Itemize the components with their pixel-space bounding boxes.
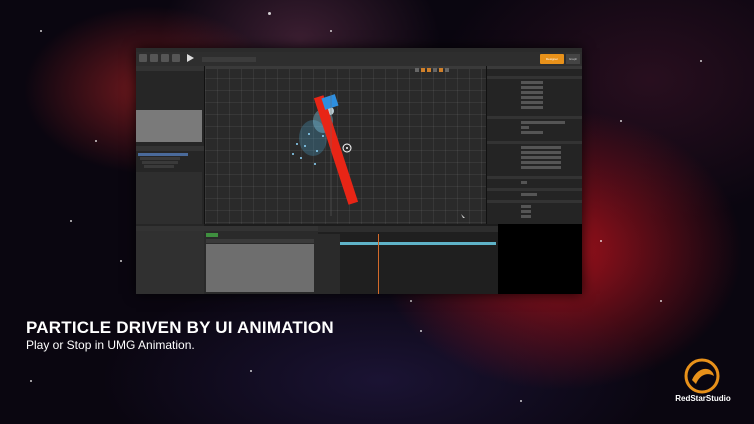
details-value-field[interactable]: [521, 151, 561, 154]
details-value-field[interactable]: [521, 193, 537, 196]
timeline-ruler: [318, 226, 498, 232]
compile-icon[interactable]: [139, 54, 147, 62]
cursor-icon: [461, 214, 465, 218]
save-icon[interactable]: [150, 54, 158, 62]
details-row: [489, 91, 581, 94]
track-list: [318, 234, 340, 294]
details-row: [489, 151, 581, 154]
details-section: [487, 76, 582, 79]
details-value-field[interactable]: [521, 205, 531, 208]
details-row: [489, 86, 581, 89]
hierarchy-row[interactable]: [142, 161, 178, 164]
details-value-field[interactable]: [521, 106, 543, 109]
details-row: [489, 101, 581, 104]
details-row: [489, 166, 581, 169]
palette-item[interactable]: [136, 104, 204, 108]
animations-panel: [204, 226, 318, 294]
details-row: [489, 215, 581, 218]
animations-header: [204, 226, 318, 231]
hierarchy-empty-area: [136, 172, 202, 224]
details-row: [489, 121, 581, 124]
details-row: [489, 156, 581, 159]
video-caption-subtitle: Play or Stop in UMG Animation.: [26, 338, 195, 352]
palette-panel: [136, 66, 204, 146]
unreal-editor-window: Designer Graph: [136, 48, 582, 294]
details-header: [487, 66, 582, 69]
details-value-field[interactable]: [521, 81, 543, 84]
details-row: [489, 106, 581, 109]
details-value-field[interactable]: [521, 146, 561, 149]
details-value-field[interactable]: [521, 215, 531, 218]
details-row: [489, 81, 581, 84]
details-row: [489, 210, 581, 213]
animation-list-area: [206, 244, 314, 292]
empty-dark-area: [498, 224, 582, 294]
details-value-field[interactable]: [521, 126, 529, 129]
browse-icon[interactable]: [161, 54, 169, 62]
designer-viewport[interactable]: [204, 66, 487, 224]
hierarchy-panel: [136, 146, 204, 226]
editor-toolbar: Designer Graph: [136, 52, 582, 67]
designer-mode-button[interactable]: Designer: [540, 54, 564, 64]
bottom-left-panel: [136, 226, 204, 294]
hierarchy-row-selected[interactable]: [138, 153, 188, 156]
details-value-field[interactable]: [521, 161, 561, 164]
details-row: [489, 146, 581, 149]
redstar-logo-icon: [684, 358, 720, 394]
details-value-field[interactable]: [521, 91, 543, 94]
palette-empty-area: [136, 110, 202, 142]
animation-track[interactable]: [340, 242, 496, 245]
details-value-field[interactable]: [521, 131, 543, 134]
bottom-left-header: [136, 226, 204, 231]
anchor-center: [346, 147, 348, 149]
details-row: [489, 181, 581, 184]
hierarchy-row[interactable]: [144, 165, 174, 168]
details-value-field[interactable]: [521, 101, 543, 104]
details-section: [487, 200, 582, 203]
hierarchy-row[interactable]: [140, 157, 180, 160]
details-row: [489, 193, 581, 196]
details-row: [489, 131, 581, 134]
details-section: [487, 116, 582, 119]
logo-text: RedStarStudio: [675, 394, 731, 403]
details-section: [487, 176, 582, 179]
details-checkbox[interactable]: [521, 181, 527, 184]
details-row: [489, 126, 581, 129]
details-value-field[interactable]: [521, 166, 561, 169]
details-value-field[interactable]: [521, 121, 565, 124]
details-value-field[interactable]: [521, 86, 543, 89]
details-value-field[interactable]: [521, 156, 561, 159]
details-value-field[interactable]: [521, 96, 543, 99]
details-section: [487, 141, 582, 144]
timeline-playhead[interactable]: [378, 234, 379, 294]
palette-header: [136, 66, 204, 71]
details-row: [489, 161, 581, 164]
add-animation-button[interactable]: [206, 233, 218, 237]
details-panel: [486, 66, 582, 224]
video-caption-title: PARTICLE DRIVEN BY UI ANIMATION: [26, 318, 334, 337]
settings-icon[interactable]: [172, 54, 180, 62]
timeline-panel: [318, 226, 498, 294]
details-row: [489, 96, 581, 99]
details-row: [489, 205, 581, 208]
play-icon[interactable]: [187, 54, 194, 62]
details-value-field[interactable]: [521, 210, 531, 213]
details-section: [487, 188, 582, 191]
graph-mode-button[interactable]: Graph: [566, 54, 580, 64]
debug-filter-field[interactable]: [202, 57, 256, 62]
animation-list-item[interactable]: [206, 239, 314, 243]
hierarchy-header: [136, 146, 204, 151]
viewport-canvas: [292, 92, 465, 218]
